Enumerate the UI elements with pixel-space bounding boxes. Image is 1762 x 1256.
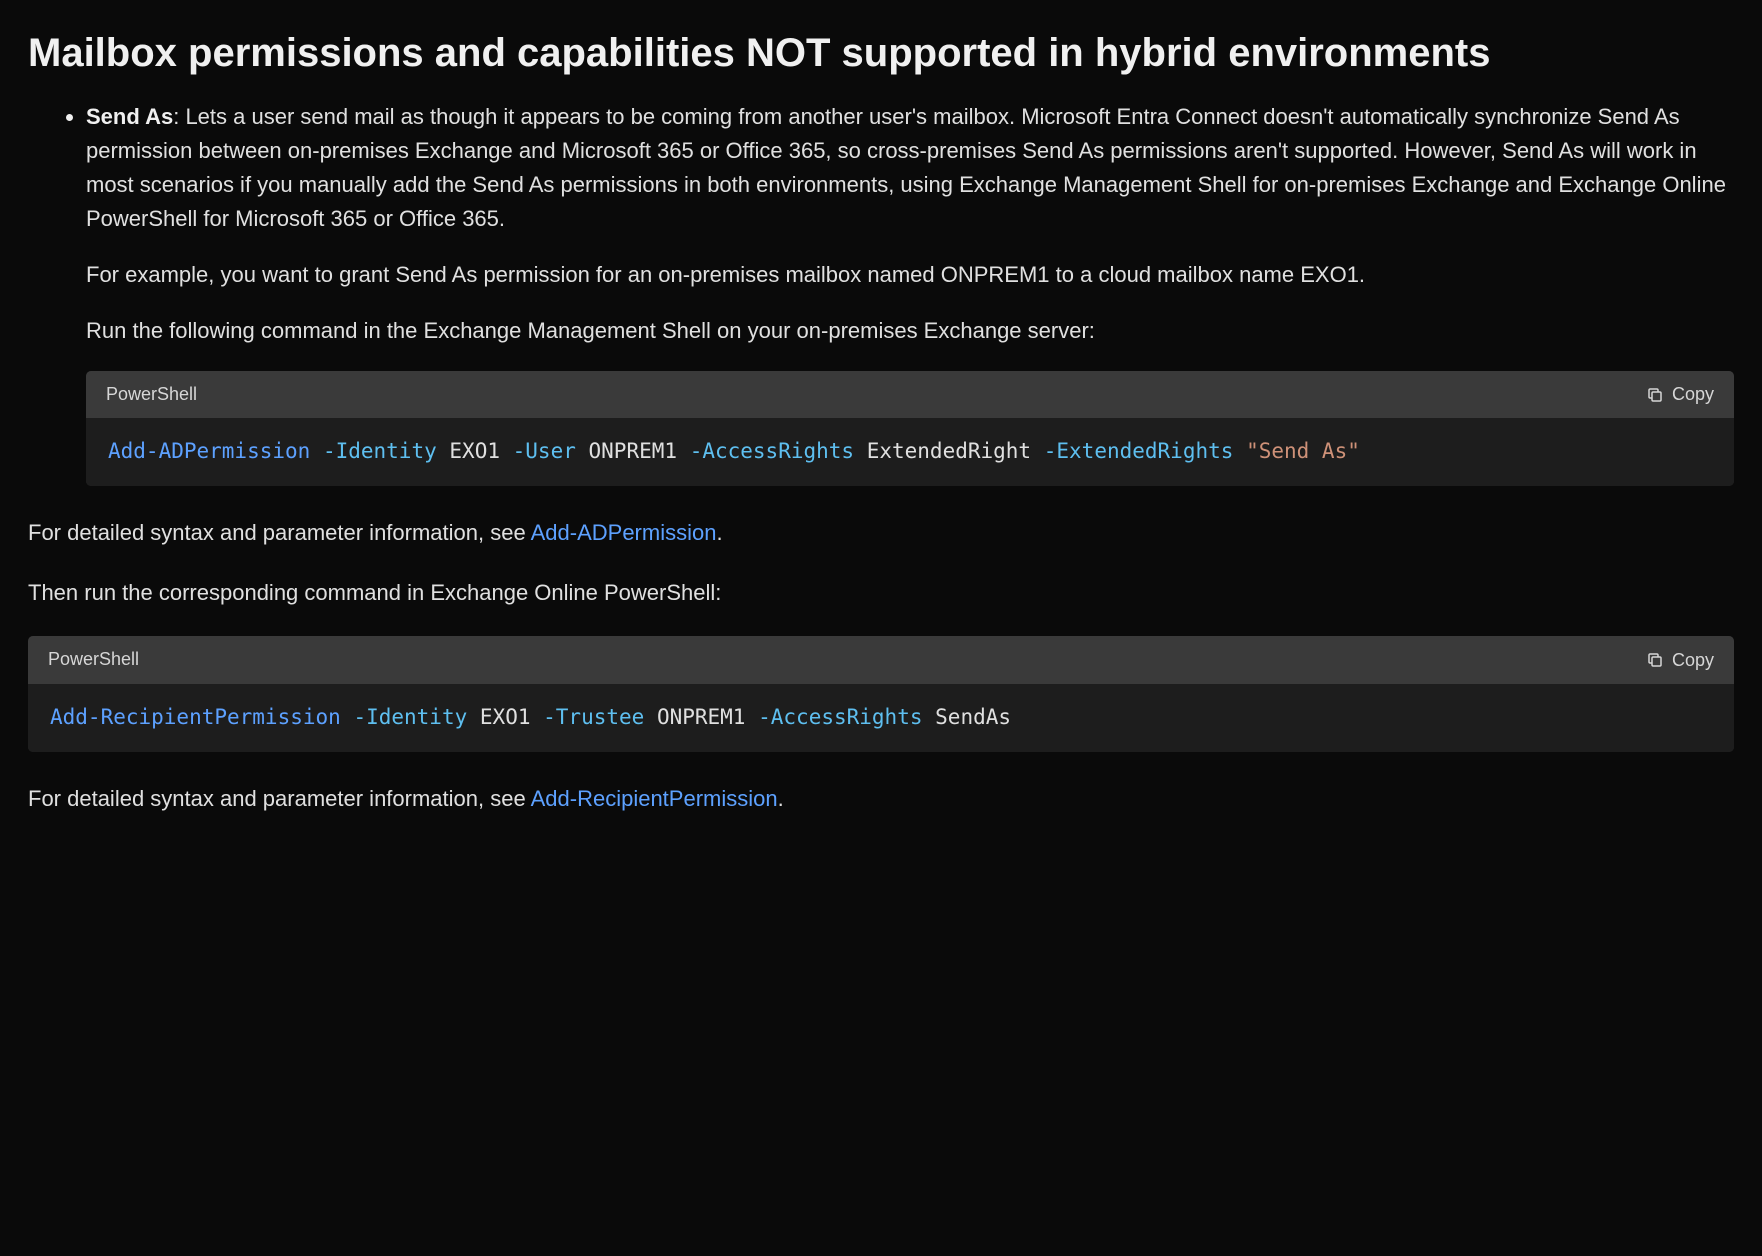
copy-button[interactable]: Copy: [1646, 384, 1714, 405]
token-arg: ExtendedRight: [867, 439, 1031, 463]
copy-label: Copy: [1672, 650, 1714, 671]
token-param: -AccessRights: [758, 705, 922, 729]
token-param: -Identity: [323, 439, 437, 463]
then-run-paragraph: Then run the corresponding command in Ex…: [28, 576, 1734, 610]
syntax-suffix: .: [778, 786, 784, 811]
token-param: -User: [513, 439, 576, 463]
syntax-reference-2: For detailed syntax and parameter inform…: [28, 782, 1734, 816]
copy-icon: [1646, 386, 1664, 404]
send-as-text: : Lets a user send mail as though it app…: [86, 104, 1726, 231]
add-adpermission-link[interactable]: Add-ADPermission: [531, 520, 717, 545]
syntax-suffix: .: [716, 520, 722, 545]
token-arg: ONPREM1: [589, 439, 678, 463]
bullet-list: Send As: Lets a user send mail as though…: [28, 100, 1734, 486]
token-param: -Trustee: [543, 705, 644, 729]
add-recipientpermission-link[interactable]: Add-RecipientPermission: [531, 786, 778, 811]
code-language-label: PowerShell: [48, 646, 139, 674]
copy-button[interactable]: Copy: [1646, 650, 1714, 671]
code-header: PowerShell Copy: [28, 636, 1734, 684]
token-param: -Identity: [353, 705, 467, 729]
token-command: Add-RecipientPermission: [50, 705, 341, 729]
syntax-prefix: For detailed syntax and parameter inform…: [28, 520, 531, 545]
send-as-label: Send As: [86, 104, 173, 129]
run-instruction: Run the following command in the Exchang…: [86, 314, 1734, 348]
syntax-prefix: For detailed syntax and parameter inform…: [28, 786, 531, 811]
token-param: -ExtendedRights: [1044, 439, 1234, 463]
code-language-label: PowerShell: [106, 381, 197, 409]
copy-icon: [1646, 651, 1664, 669]
token-arg: EXO1: [449, 439, 500, 463]
list-item: Send As: Lets a user send mail as though…: [86, 100, 1734, 486]
send-as-description: Send As: Lets a user send mail as though…: [86, 100, 1734, 236]
token-arg: ONPREM1: [657, 705, 746, 729]
code-block-1: PowerShell Copy Add-ADPermission -Identi…: [86, 371, 1734, 486]
code-block-2: PowerShell Copy Add-RecipientPermission …: [28, 636, 1734, 751]
token-arg: EXO1: [480, 705, 531, 729]
example-paragraph: For example, you want to grant Send As p…: [86, 258, 1734, 292]
token-arg: SendAs: [935, 705, 1011, 729]
code-body[interactable]: Add-ADPermission -Identity EXO1 -User ON…: [86, 418, 1734, 486]
token-command: Add-ADPermission: [108, 439, 310, 463]
code-body[interactable]: Add-RecipientPermission -Identity EXO1 -…: [28, 684, 1734, 752]
token-param: -AccessRights: [690, 439, 854, 463]
copy-label: Copy: [1672, 384, 1714, 405]
code-header: PowerShell Copy: [86, 371, 1734, 419]
section-heading: Mailbox permissions and capabilities NOT…: [28, 28, 1734, 78]
token-string: "Send As": [1246, 439, 1360, 463]
syntax-reference-1: For detailed syntax and parameter inform…: [28, 516, 1734, 550]
